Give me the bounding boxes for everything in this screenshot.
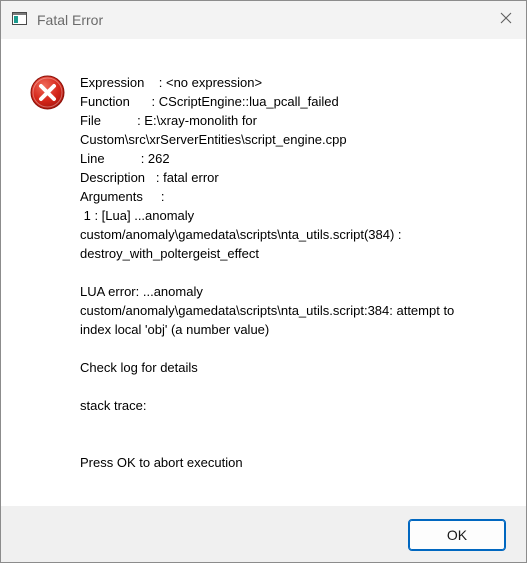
message-line: stack trace: <box>80 398 147 413</box>
message-line: Line : 262 <box>80 151 170 166</box>
message-line: Press OK to abort execution <box>80 455 243 470</box>
application-window-icon <box>12 12 27 25</box>
message-line <box>80 339 500 358</box>
button-bar: OK <box>1 506 526 562</box>
error-message: Expression : <no expression> Function : … <box>80 73 500 472</box>
message-line <box>80 263 500 282</box>
message-line: custom/anomaly\gamedata\scripts\nta_util… <box>80 227 402 242</box>
message-line <box>80 415 500 434</box>
message-line <box>80 434 500 453</box>
message-line: Function : CScriptEngine::lua_pcall_fail… <box>80 94 339 109</box>
message-line: index local 'obj' (a number value) <box>80 322 270 337</box>
message-line <box>80 377 500 396</box>
message-line: 1 : [Lua] ...anomaly <box>80 208 195 223</box>
dialog-content: Expression : <no expression> Function : … <box>1 39 526 506</box>
close-icon <box>500 11 512 29</box>
message-line: Expression : <no expression> <box>80 75 263 90</box>
close-button[interactable] <box>486 1 526 39</box>
message-line: destroy_with_poltergeist_effect <box>80 246 259 261</box>
message-line: LUA error: ...anomaly <box>80 284 203 299</box>
message-line: Description : fatal error <box>80 170 219 185</box>
ok-button[interactable]: OK <box>408 519 506 551</box>
error-icon <box>30 75 65 110</box>
message-line: Arguments : <box>80 189 165 204</box>
title-bar[interactable]: Fatal Error <box>1 1 526 39</box>
fatal-error-dialog: Fatal Error Expression: <no expression>… <box>0 0 527 563</box>
message-line: File : E:\xray-monolith for <box>80 113 257 128</box>
window-title: Fatal Error <box>37 12 104 28</box>
message-line: Custom\src\xrServerEntities\script_engin… <box>80 132 347 147</box>
message-line: custom/anomaly\gamedata\scripts\nta_util… <box>80 303 455 318</box>
message-line: Check log for details <box>80 360 198 375</box>
